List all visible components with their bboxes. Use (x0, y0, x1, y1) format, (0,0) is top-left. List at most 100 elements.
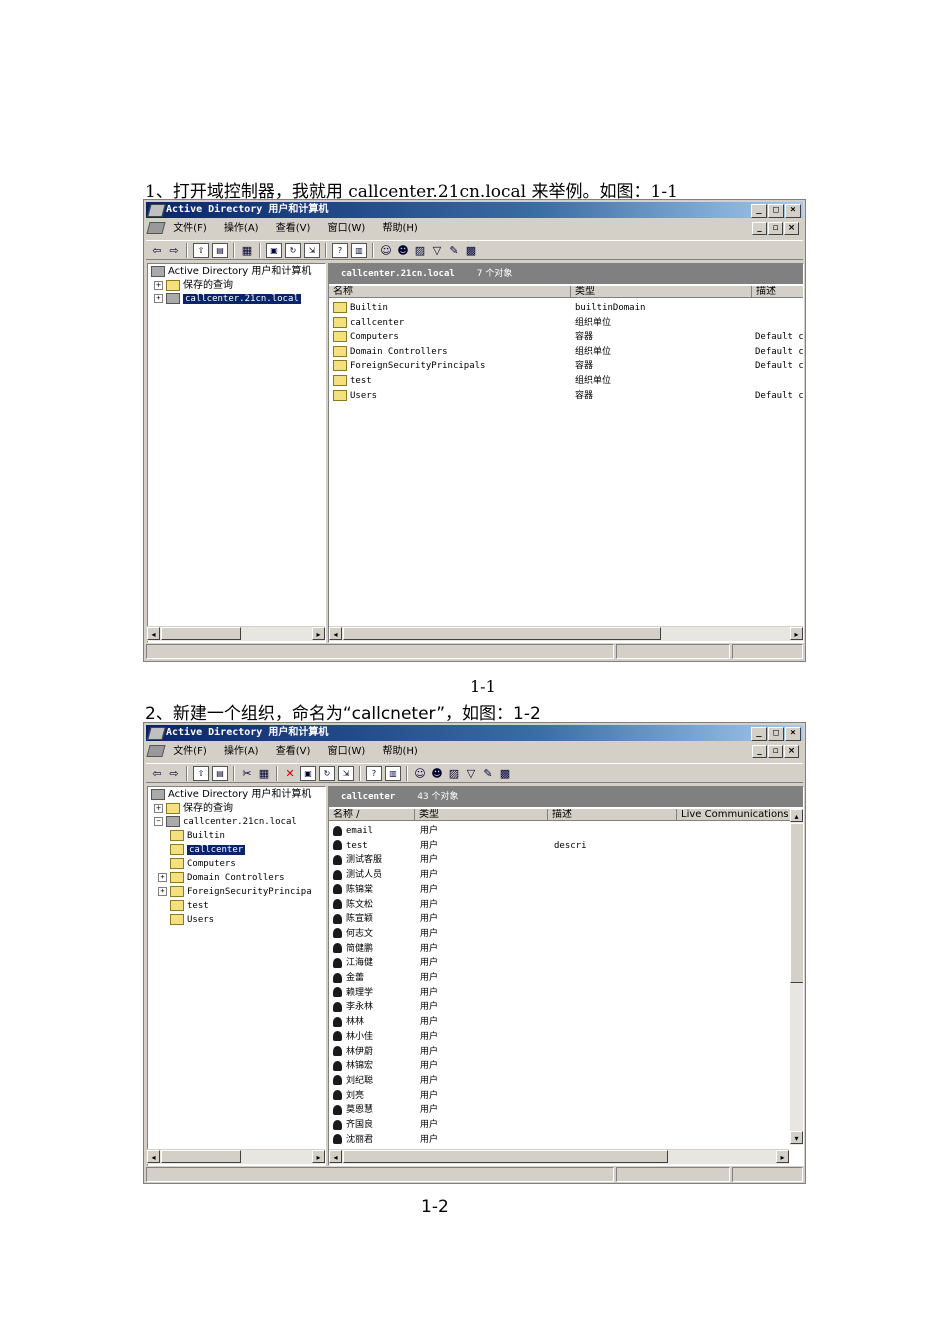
tree-domain[interactable]: − callcenter.21cn.local (154, 816, 297, 829)
menu-view[interactable]: 查看(V) (276, 746, 311, 757)
child-close-button[interactable]: × (784, 222, 799, 235)
tree-root[interactable]: Active Directory 用户和计算机 (151, 788, 311, 801)
col-type[interactable]: 类型 (415, 809, 548, 821)
properties-icon[interactable]: ▣ (300, 765, 316, 781)
scroll-up-button[interactable]: ▴ (790, 809, 803, 822)
table-row[interactable]: 刘亮 用户 (333, 1089, 788, 1103)
console-view-icon[interactable]: ▥ (351, 242, 367, 258)
table-row[interactable]: 齐国良 用户 (333, 1118, 788, 1132)
menu-file[interactable]: 文件(F) (173, 223, 207, 234)
child-minimize-button[interactable]: _ (752, 745, 767, 758)
paste-icon[interactable]: ▦ (257, 767, 271, 780)
table-row[interactable]: 赖理学 用户 (333, 986, 788, 1000)
help-icon[interactable]: ? (366, 765, 382, 781)
table-row[interactable]: 莫恩慧 用户 (333, 1103, 788, 1117)
tree-hscroll[interactable]: ◂ ▸ (147, 1149, 325, 1164)
col-live-communications[interactable]: Live Communications 1 (677, 809, 791, 821)
forward-icon[interactable]: ⇨ (167, 767, 181, 780)
table-row[interactable]: 金蕾 用户 (333, 971, 788, 985)
up-folder-icon[interactable]: ⇧ (193, 765, 209, 781)
tree-child[interactable]: test (170, 900, 209, 913)
menu-help[interactable]: 帮助(H) (383, 223, 418, 234)
scroll-thumb[interactable] (343, 627, 661, 640)
scroll-left-button[interactable]: ◂ (329, 627, 342, 640)
scroll-thumb[interactable] (343, 1150, 668, 1163)
tree-child[interactable]: Computers (170, 858, 236, 871)
table-row[interactable]: 陈文松 用户 (333, 898, 788, 912)
scroll-right-button[interactable]: ▸ (312, 1150, 325, 1163)
list-item[interactable]: callcenter 组织单位 (333, 316, 803, 330)
back-icon[interactable]: ⇦ (150, 767, 164, 780)
table-row[interactable]: 陈宣颖 用户 (333, 912, 788, 926)
table-row[interactable]: 沈丽君 用户 (333, 1133, 788, 1147)
col-desc[interactable]: 描述 (548, 809, 677, 821)
maximize-button[interactable]: □ (768, 204, 784, 218)
add-to-group-icon[interactable]: ▩ (498, 767, 512, 780)
new-ou-icon[interactable]: ▨ (413, 244, 427, 257)
table-row[interactable]: test 用户 descri (333, 839, 788, 853)
table-row[interactable]: email 用户 (333, 824, 788, 838)
table-row[interactable]: 林林 用户 (333, 1015, 788, 1029)
new-user-icon[interactable]: ☺ (413, 767, 427, 780)
table-row[interactable]: 测试人员 用户 (333, 868, 788, 882)
scroll-thumb[interactable] (790, 823, 803, 983)
list-hscroll[interactable]: ◂ ▸ (329, 1149, 789, 1164)
scroll-thumb[interactable] (161, 1150, 241, 1163)
back-icon[interactable]: ⇦ (150, 244, 164, 257)
tree-saved-queries[interactable]: + 保存的查询 (154, 802, 233, 815)
show-tree-icon[interactable]: ▤ (212, 242, 228, 258)
list-item[interactable]: ForeignSecurityPrincipals 容器 Default c (333, 359, 803, 373)
table-row[interactable]: 李永林 用户 (333, 1000, 788, 1014)
filter-icon[interactable]: ▽ (430, 244, 444, 257)
refresh-icon[interactable]: ↻ (319, 765, 335, 781)
close-button[interactable]: × (785, 204, 801, 218)
delete-icon[interactable]: ✕ (283, 767, 297, 780)
child-minimize-button[interactable]: _ (752, 222, 767, 235)
child-close-button[interactable]: × (784, 745, 799, 758)
tree-child[interactable]: callcenter (170, 844, 246, 857)
list-item[interactable]: Domain Controllers 组织单位 Default c (333, 345, 803, 359)
child-restore-button[interactable]: ▫ (768, 222, 783, 235)
col-name[interactable]: 名称 (329, 286, 571, 298)
tree-root[interactable]: Active Directory 用户和计算机 (151, 265, 311, 278)
minimize-button[interactable]: _ (751, 727, 767, 741)
menu-help[interactable]: 帮助(H) (383, 746, 418, 757)
table-row[interactable]: 林小佳 用户 (333, 1030, 788, 1044)
menu-file[interactable]: 文件(F) (173, 746, 207, 757)
list-item[interactable]: Builtin builtinDomain (333, 301, 803, 315)
list-item[interactable]: Computers 容器 Default c (333, 330, 803, 344)
show-tree-icon[interactable]: ▤ (212, 765, 228, 781)
properties-icon[interactable]: ▣ (266, 242, 282, 258)
child-restore-button[interactable]: ▫ (768, 745, 783, 758)
maximize-button[interactable]: □ (768, 727, 784, 741)
new-user-icon[interactable]: ☺ (379, 244, 393, 257)
forward-icon[interactable]: ⇨ (167, 244, 181, 257)
list-hscroll[interactable]: ◂ ▸ (329, 626, 803, 641)
tree-child[interactable]: Builtin (170, 830, 225, 843)
table-row[interactable]: 江海健 用户 (333, 956, 788, 970)
menu-view[interactable]: 查看(V) (276, 223, 311, 234)
scroll-right-button[interactable]: ▸ (776, 1150, 789, 1163)
list-item[interactable]: Users 容器 Default c (333, 389, 803, 403)
export-list-icon[interactable]: ⇲ (304, 242, 320, 258)
window2-titlebar[interactable]: Active Directory 用户和计算机 _ □ × (146, 725, 803, 741)
scroll-right-button[interactable]: ▸ (790, 627, 803, 640)
scroll-left-button[interactable]: ◂ (329, 1150, 342, 1163)
scroll-left-button[interactable]: ◂ (147, 627, 160, 640)
scroll-left-button[interactable]: ◂ (147, 1150, 160, 1163)
col-desc[interactable]: 描述 (752, 286, 803, 298)
col-name[interactable]: 名称 / (329, 809, 415, 821)
tree-saved-queries[interactable]: + 保存的查询 (154, 279, 233, 292)
minimize-button[interactable]: _ (751, 204, 767, 218)
cut-icon[interactable]: ✂ (240, 767, 254, 780)
tree-hscroll[interactable]: ◂ ▸ (147, 626, 325, 641)
list-vscroll[interactable]: ▴ ▾ (790, 809, 803, 1145)
table-row[interactable]: 测试客服 用户 (333, 853, 788, 867)
scroll-thumb[interactable] (161, 627, 241, 640)
filter-icon[interactable]: ▽ (464, 767, 478, 780)
paste-icon[interactable]: ▦ (240, 244, 254, 257)
list-item[interactable]: test 组织单位 (333, 374, 803, 388)
menu-action[interactable]: 操作(A) (224, 746, 259, 757)
scroll-right-button[interactable]: ▸ (312, 627, 325, 640)
tree-child[interactable]: Users (170, 914, 214, 927)
